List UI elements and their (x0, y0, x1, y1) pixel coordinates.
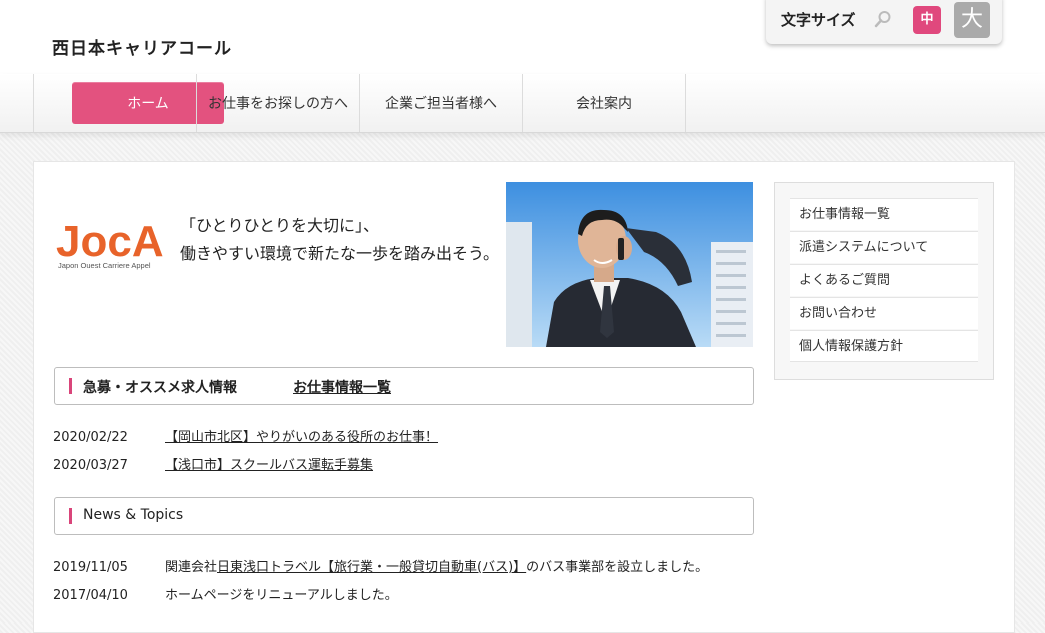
font-size-label: 文字サイズ (781, 11, 856, 29)
news-section-title: News & Topics (83, 507, 184, 523)
job-date: 2020/02/22 (53, 430, 128, 445)
tagline-line-2: 働きやすい環境で新たな一歩を踏み出そう。 (180, 244, 500, 263)
global-nav: ホーム お仕事をお探しの方へ 企業ご担当者様へ 会社案内 (0, 74, 1045, 133)
joca-logo: JocA Japon Ouest Carriere Appel (56, 217, 164, 270)
job-link[interactable]: 【浅口市】スクールバス運転手募集 (165, 458, 373, 473)
font-size-switcher: 文字サイズ 中 大 (766, 0, 1002, 44)
main-content: JocA Japon Ouest Carriere Appel 「ひとりひとりを… (33, 161, 1015, 633)
nav-item-home-cell: ホーム (33, 74, 224, 132)
sidebar-menu: お仕事情報一覧 派遣システムについて よくあるご質問 お問い合わせ 個人情報保護… (774, 182, 994, 380)
nav-item-company-info[interactable]: 会社案内 (522, 74, 686, 132)
news-text: ホームページをリニューアルしました。 (165, 588, 398, 603)
news-date: 2019/11/05 (53, 560, 128, 575)
jobs-section-header: 急募・オススメ求人情報 お仕事情報一覧 (54, 367, 754, 405)
section-marker (69, 508, 72, 524)
news-text-prefix: 関連会社 (165, 560, 218, 575)
tagline-line-1: 「ひとりひとりを大切に」、 (180, 216, 380, 235)
jobs-section-title: 急募・オススメ求人情報 (83, 380, 237, 396)
job-list-link[interactable]: お仕事情報一覧 (293, 377, 391, 397)
news-section-header: News & Topics (54, 497, 754, 535)
nav-item-companies[interactable]: 企業ご担当者様へ (359, 74, 522, 132)
site-header: 西日本キャリアコール 文字サイズ 中 大 (0, 0, 1045, 74)
magnifier-icon (874, 11, 891, 28)
news-row: 2017/04/10 ホームページをリニューアルしました。 (53, 584, 398, 603)
nav-item-job-seekers[interactable]: お仕事をお探しの方へ (196, 74, 359, 132)
svg-text:Japon Ouest Carriere Appel: Japon Ouest Carriere Appel (58, 261, 151, 270)
sidebar-item-job-list[interactable]: お仕事情報一覧 (790, 198, 978, 230)
news-link[interactable]: 日東浅口トラベル【旅行業・一般貸切自動車(バス)】 (217, 560, 526, 575)
news-text-suffix: のバス事業部を設立しました。 (526, 560, 709, 575)
sidebar-item-privacy[interactable]: 個人情報保護方針 (790, 330, 978, 362)
sidebar-item-contact[interactable]: お問い合わせ (790, 297, 978, 329)
news-date: 2017/04/10 (53, 588, 128, 603)
job-link[interactable]: 【岡山市北区】やりがいのある役所のお仕事！ (165, 430, 438, 445)
section-marker (69, 378, 72, 394)
sidebar-item-faq[interactable]: よくあるご質問 (790, 264, 978, 296)
font-size-medium-button[interactable]: 中 (913, 6, 941, 34)
svg-text:JocA: JocA (56, 217, 164, 266)
businessman-photo (506, 182, 753, 347)
font-size-large-button[interactable]: 大 (954, 2, 990, 38)
banner-tagline: 「ひとりひとりを大切に」、 働きやすい環境で新たな一歩を踏み出そう。 (180, 212, 499, 268)
news-row: 2019/11/05 関連会社日東浅口トラベル【旅行業・一般貸切自動車(バス)】の… (53, 556, 708, 575)
job-date: 2020/03/27 (53, 458, 128, 473)
sidebar-item-dispatch-system[interactable]: 派遣システムについて (790, 231, 978, 263)
site-title[interactable]: 西日本キャリアコール (52, 34, 232, 59)
job-row: 2020/02/22 【岡山市北区】やりがいのある役所のお仕事！ (53, 426, 438, 445)
job-row: 2020/03/27 【浅口市】スクールバス運転手募集 (53, 454, 373, 473)
